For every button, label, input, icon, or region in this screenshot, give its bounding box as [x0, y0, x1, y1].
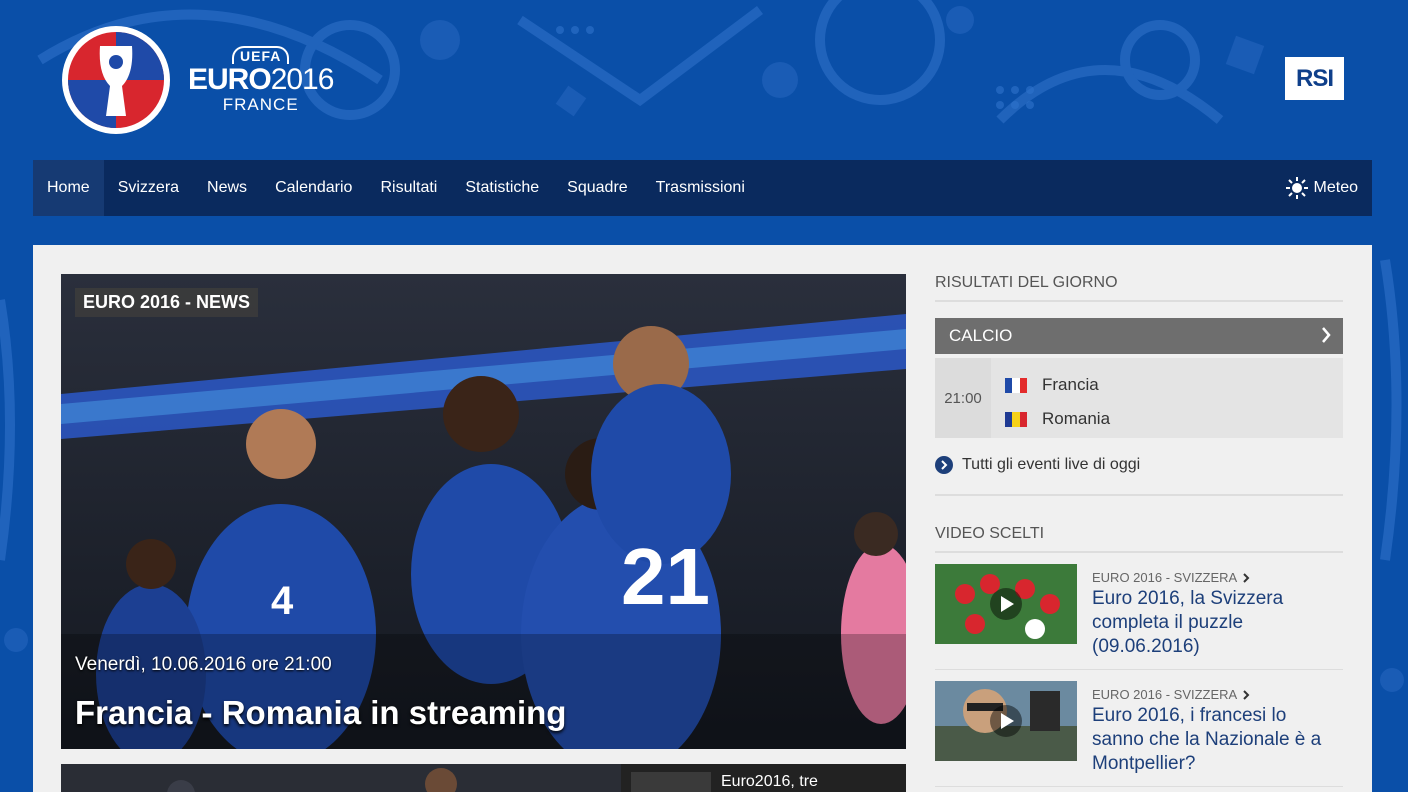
brand-euro2016: EURO2016 — [188, 63, 335, 96]
chevron-right-icon — [1322, 327, 1331, 343]
nav-item-svizzera[interactable]: Svizzera — [104, 160, 193, 216]
second-story-thumb — [631, 772, 711, 792]
video-info: EURO 2016 - SVIZZERA Euro 2016, la Svizz… — [1092, 564, 1343, 659]
team-home: Francia — [1005, 368, 1110, 402]
live-events-label: Tutti gli eventi live di oggi — [962, 456, 1141, 473]
video-thumbnail — [935, 564, 1077, 644]
circle-chevron-icon — [935, 456, 953, 474]
video-item[interactable]: EURO 2016 - SVIZZERA Euro 2016, la Svizz… — [935, 553, 1343, 670]
video-title[interactable]: Euro 2016, i francesi lo sanno che la Na… — [1092, 704, 1343, 776]
trophy-logo-icon — [62, 26, 170, 134]
sport-label: CALCIO — [949, 326, 1013, 345]
nav-item-trasmissioni[interactable]: Trasmissioni — [642, 160, 759, 216]
results-heading: RISULTATI DEL GIORNO — [935, 245, 1343, 302]
romania-flag-icon — [1005, 411, 1027, 427]
hero-category-tag[interactable]: EURO 2016 - NEWS — [75, 288, 259, 317]
hero-date: Venerdì, 10.06.2016 ore 21:00 — [75, 654, 332, 675]
live-events-link[interactable]: Tutti gli eventi live di oggi — [935, 456, 1343, 496]
match-time: 21:00 — [935, 358, 991, 438]
brand-year: 2016 — [270, 63, 335, 96]
nav-item-news[interactable]: News — [193, 160, 261, 216]
chevron-right-icon — [1243, 689, 1250, 700]
team-home-name: Francia — [1042, 375, 1099, 394]
rsi-logo[interactable]: RSI — [1285, 57, 1344, 100]
calcio-results-bar[interactable]: CALCIO — [935, 318, 1343, 354]
sidebar: RISULTATI DEL GIORNO CALCIO 21:00 Franci… — [935, 245, 1343, 787]
match-teams: Francia Romania — [991, 358, 1110, 438]
video-info: EURO 2016 - SVIZZERA Euro 2016, i france… — [1092, 681, 1343, 776]
chevron-right-icon — [1243, 572, 1250, 583]
content-panel: 21 4 EURO 2016 - NEWS Venerdì, 10.06.201… — [33, 245, 1372, 792]
video-category-label: EURO 2016 - SVIZZERA — [1092, 687, 1238, 702]
video-item[interactable]: EURO 2016 - SVIZZERA Euro 2016, i france… — [935, 670, 1343, 787]
match-row[interactable]: 21:00 Francia Romania — [935, 358, 1343, 438]
team-away-name: Romania — [1042, 409, 1111, 428]
video-category[interactable]: EURO 2016 - SVIZZERA — [1092, 570, 1343, 585]
meteo-label: Meteo — [1313, 179, 1358, 196]
team-away: Romania — [1005, 402, 1110, 436]
second-story-photo — [61, 764, 621, 792]
nav-item-home[interactable]: Home — [33, 160, 104, 216]
nav-item-meteo[interactable]: Meteo — [1285, 160, 1372, 216]
nav-item-calendario[interactable]: Calendario — [261, 160, 366, 216]
video-category[interactable]: EURO 2016 - SVIZZERA — [1092, 687, 1343, 702]
jersey-number-21: 21 — [621, 532, 710, 621]
nav-item-statistiche[interactable]: Statistiche — [451, 160, 553, 216]
brand-euro: EURO — [188, 63, 272, 96]
video-category-label: EURO 2016 - SVIZZERA — [1092, 570, 1238, 585]
hero-photo: 21 4 — [61, 274, 906, 749]
euro2016-logo[interactable]: UEFA EURO2016 FRANCE — [60, 22, 350, 138]
second-story[interactable]: Euro2016, tre — [61, 764, 906, 792]
hero-story[interactable]: 21 4 EURO 2016 - NEWS Venerdì, 10.06.201… — [61, 274, 906, 749]
second-story-title[interactable]: Euro2016, tre — [721, 773, 818, 791]
brand-text: UEFA EURO2016 FRANCE — [188, 46, 335, 114]
video-heading: VIDEO SCELTI — [935, 496, 1343, 553]
hero-title[interactable]: Francia - Romania in streaming — [75, 694, 566, 732]
video-thumbnail — [935, 681, 1077, 761]
site-header: UEFA EURO2016 FRANCE RSI — [0, 0, 1408, 160]
sun-icon — [1285, 177, 1308, 199]
video-title[interactable]: Euro 2016, la Svizzera completa il puzzl… — [1092, 587, 1343, 659]
brand-uefa: UEFA — [232, 46, 290, 64]
france-flag-icon — [1005, 377, 1027, 393]
jersey-number-4: 4 — [271, 579, 294, 623]
nav-item-squadre[interactable]: Squadre — [553, 160, 642, 216]
nav-item-risultati[interactable]: Risultati — [366, 160, 451, 216]
main-nav: Home Svizzera News Calendario Risultati … — [33, 160, 1372, 216]
brand-country: FRANCE — [222, 95, 299, 114]
